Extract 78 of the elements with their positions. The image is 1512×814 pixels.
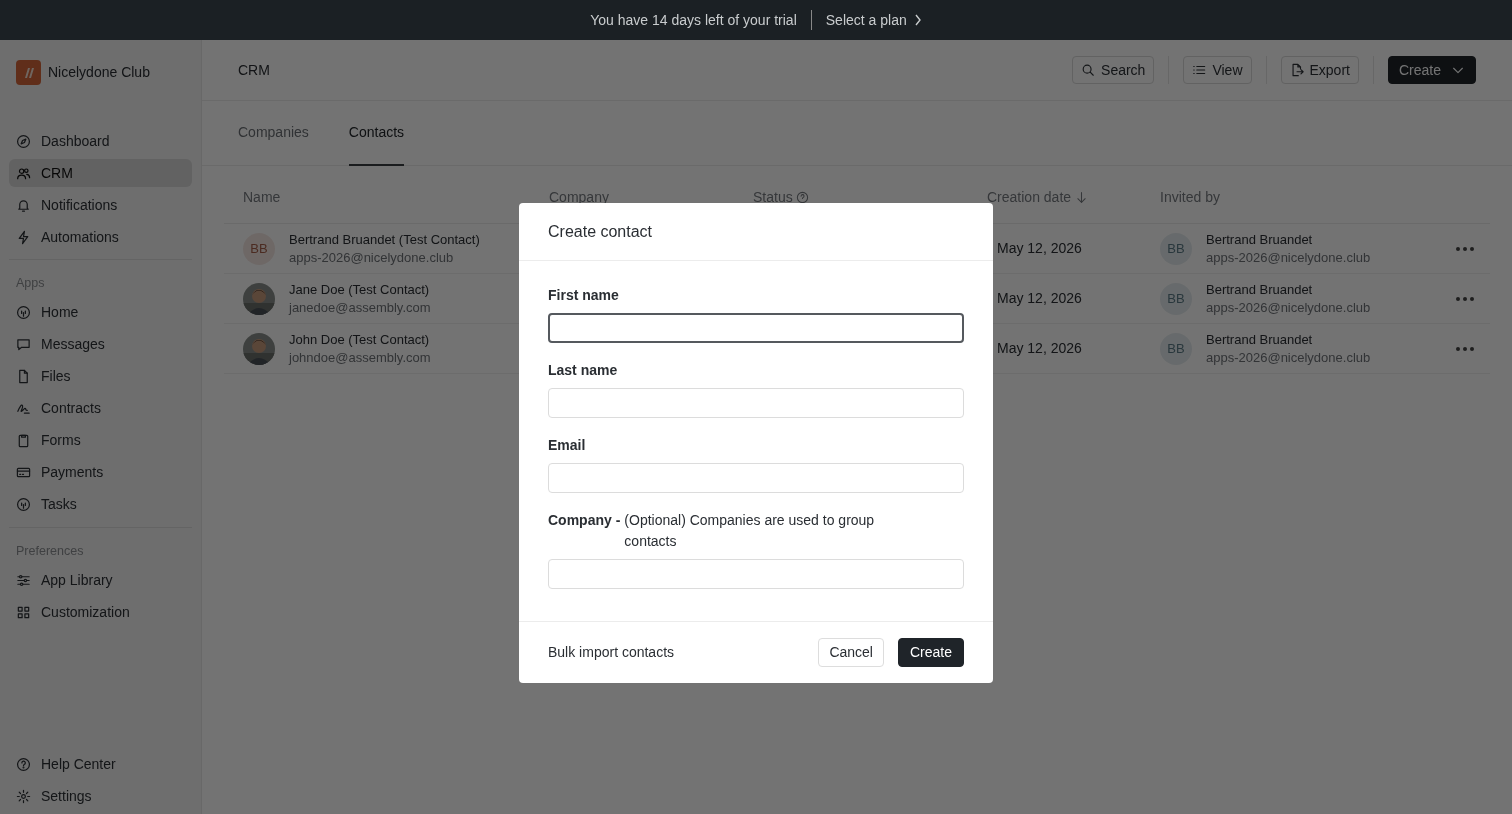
field-label: First name [548,286,619,305]
people-icon [16,165,31,181]
table-cell-text: May 12, 2026 [996,239,1083,258]
avatar: BB [1160,332,1192,365]
compass-icon [16,133,31,149]
contact-name: Jane Doe (Test Contact) [289,280,431,299]
sidebar-item[interactable]: Contracts [9,394,192,423]
field-label: Company - [548,511,621,530]
tab[interactable]: Companies [238,101,309,166]
workspace-name: Nicelydone Club [48,63,150,82]
signature-icon [16,401,31,417]
contact-email: apps-2026@nicelydone.club [289,248,455,267]
field-label: Email [548,436,586,455]
sidebar-item[interactable]: Customization [9,598,192,627]
contact-email: johndoe@assembly.com [289,348,431,367]
tab[interactable]: Contacts [348,101,405,166]
page-title: CRM [238,60,270,80]
sidebar-item[interactable]: CRM [9,159,192,187]
contact-email: apps-2026@nicelydone.club [1206,348,1371,367]
sidebar-item[interactable]: Help Center [9,750,192,778]
avatar: BB [1160,282,1192,315]
sidebar-item[interactable]: Forms [9,426,192,455]
sidebar-item[interactable]: Settings [9,782,192,810]
table-cell-text: May 12, 2026 [996,289,1083,308]
bell-icon [16,197,31,213]
column-header[interactable]: Name [243,187,281,208]
contact-name: Bertrand Bruandet (Test Contact) [289,230,480,249]
sidebar-item[interactable]: Files [9,362,192,391]
field-label: Last name [548,361,618,380]
help-icon [16,756,31,772]
avatar: BB [1160,232,1192,265]
chevron-right-icon [913,14,922,26]
search-button[interactable]: Search [1072,56,1155,84]
bulk-import-link[interactable]: Bulk import contacts [548,642,675,663]
sidebar-item[interactable]: Payments [9,458,192,487]
sidebar-item[interactable]: Home [9,298,192,327]
avatar: BB [243,232,275,265]
sidebar-item[interactable]: Automations [9,223,192,251]
view-button[interactable]: View [1183,56,1252,84]
list-icon [1192,63,1207,77]
grid-icon [16,605,31,620]
contact-email: janedoe@assembly.com [289,298,431,317]
more-icon [1455,346,1475,353]
trial-message: You have 14 days left of your trial [590,10,797,30]
file-icon [16,369,31,385]
more-icon [1455,246,1475,253]
contact-name: Bertrand Bruandet [1206,230,1314,249]
sidebar-item[interactable]: Tasks [9,490,192,519]
table-cell-text: May 12, 2026 [996,339,1083,358]
contact-email: apps-2026@nicelydone.club [1206,298,1371,317]
contact-name: John Doe (Test Contact) [289,330,431,349]
contact-name: Bertrand Bruandet [1206,330,1314,349]
search-icon [1081,63,1096,77]
column-header[interactable]: Creation date [987,187,1072,208]
field-hint: (Optional) Companies are used to group contacts [624,511,876,551]
contact-email: apps-2026@nicelydone.club [1206,248,1371,267]
lightning-icon [16,229,31,245]
create-button[interactable]: Create [897,638,964,667]
sort-down-icon [1074,191,1088,204]
logo-icon [16,60,41,85]
export-button[interactable]: Export [1280,56,1359,84]
create-button[interactable]: Create [1387,56,1476,84]
export-icon [1289,63,1304,77]
input-field[interactable] [548,313,964,343]
contact-name: Bertrand Bruandet [1206,280,1314,299]
dialog-title: Create contact [548,221,653,242]
more-icon [1455,296,1475,303]
sidebar-item[interactable]: Notifications [9,191,192,219]
select-plan-link[interactable]: Select a plan [825,9,922,31]
message-icon [16,337,31,353]
clipboard-icon [16,433,31,449]
cancel-button[interactable]: Cancel [818,638,884,667]
sidebar-item[interactable]: Messages [9,330,192,359]
sidebar-item[interactable]: App Library [9,566,192,595]
column-header[interactable]: Invited by [1160,187,1220,208]
sidebar-item[interactable]: Dashboard [9,127,192,155]
sliders-icon [16,573,31,588]
help-icon [796,191,810,204]
